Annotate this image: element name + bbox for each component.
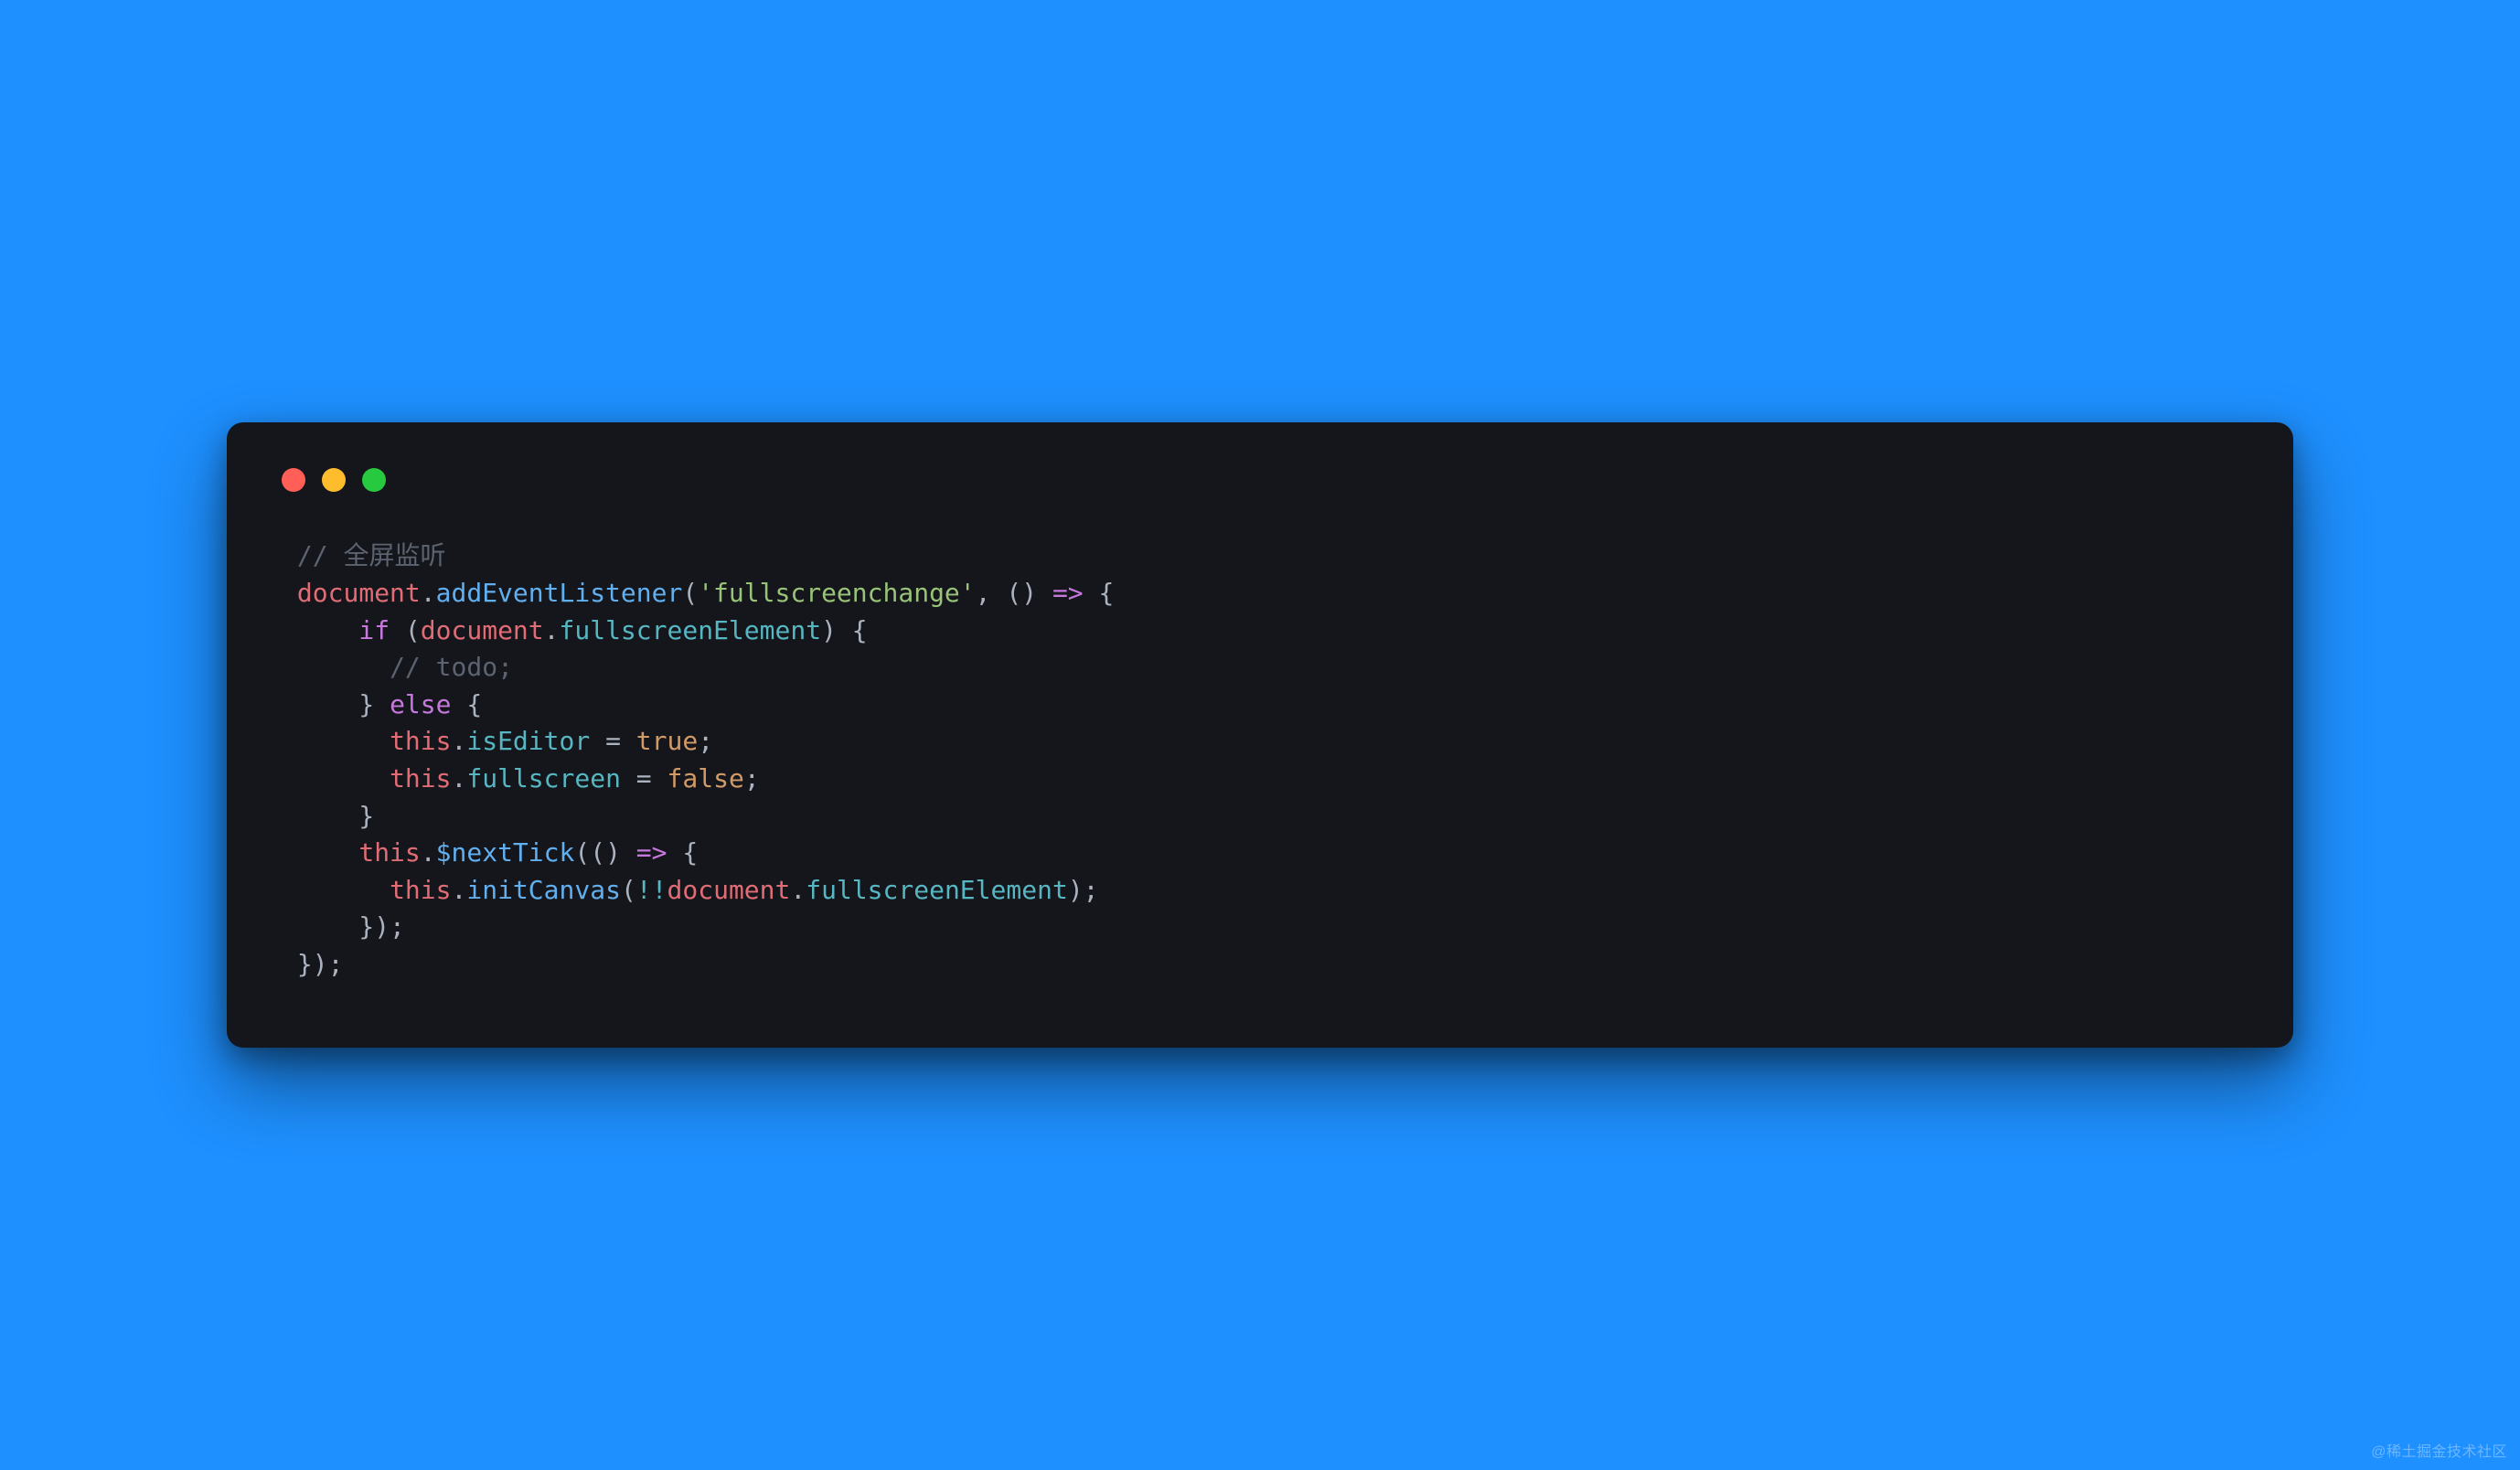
code-token: // 全屏监听: [297, 540, 446, 570]
code-token: =: [590, 726, 636, 756]
code-token: (: [390, 615, 421, 645]
code-token: =: [621, 763, 667, 794]
code-token: [282, 875, 390, 905]
code-token: document: [421, 615, 544, 645]
code-token: 'fullscreenchange': [698, 578, 975, 608]
code-token: (: [621, 875, 636, 905]
code-token: [282, 763, 390, 794]
code-token: fullscreenElement: [806, 875, 1068, 905]
code-token: document: [297, 578, 421, 608]
watermark-text: @稀土掘金技术社区: [2371, 1439, 2507, 1461]
code-token: ((): [574, 837, 635, 868]
code-token: }: [282, 689, 390, 719]
code-token: else: [390, 689, 451, 719]
code-token: .: [452, 763, 467, 794]
code-token: document: [667, 875, 791, 905]
code-token: }: [282, 801, 374, 831]
code-token: ;: [698, 726, 713, 756]
code-token: =>: [636, 837, 667, 868]
code-token: .: [790, 875, 806, 905]
code-token: [282, 615, 358, 645]
code-token: fullscreen: [466, 763, 621, 794]
code-token: (: [682, 578, 698, 608]
code-token: isEditor: [466, 726, 590, 756]
code-token: .: [421, 578, 436, 608]
close-icon[interactable]: [282, 468, 305, 492]
code-token: });: [282, 911, 405, 942]
code-block: // 全屏监听 document.addEventListener('fulls…: [282, 538, 2238, 983]
code-token: [282, 540, 297, 570]
code-token: =>: [1052, 578, 1084, 608]
code-token: });: [282, 949, 343, 979]
code-token: false: [667, 763, 744, 794]
code-token: this: [390, 726, 451, 756]
code-token: .: [421, 837, 436, 868]
code-token: [282, 726, 390, 756]
code-token: // todo;: [390, 652, 513, 682]
code-token: !!: [636, 875, 667, 905]
code-token: $nextTick: [436, 837, 575, 868]
code-token: ;: [744, 763, 760, 794]
code-token: fullscreenElement: [560, 615, 822, 645]
code-token: initCanvas: [466, 875, 621, 905]
minimize-icon[interactable]: [322, 468, 346, 492]
code-token: {: [1084, 578, 1115, 608]
window-controls: [282, 468, 2238, 492]
code-token: .: [452, 875, 467, 905]
maximize-icon[interactable]: [362, 468, 386, 492]
code-token: );: [1068, 875, 1099, 905]
code-token: .: [544, 615, 560, 645]
code-token: {: [452, 689, 483, 719]
code-token: , (): [976, 578, 1052, 608]
code-token: true: [636, 726, 698, 756]
code-window: // 全屏监听 document.addEventListener('fulls…: [227, 422, 2293, 1047]
code-token: this: [390, 763, 451, 794]
code-token: this: [358, 837, 420, 868]
code-token: [282, 578, 297, 608]
code-token: [282, 652, 390, 682]
code-token: this: [390, 875, 451, 905]
code-token: {: [667, 837, 699, 868]
code-token: ) {: [821, 615, 868, 645]
code-token: addEventListener: [436, 578, 683, 608]
code-token: [282, 837, 358, 868]
code-token: if: [358, 615, 390, 645]
code-token: .: [452, 726, 467, 756]
